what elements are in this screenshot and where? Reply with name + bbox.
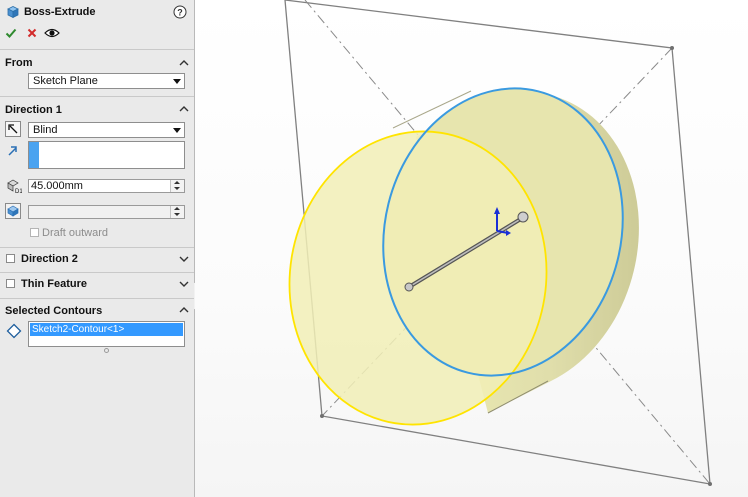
depth-input[interactable]: 45.000mm — [28, 179, 185, 193]
property-manager-panel: Boss-Extrude ? From Sketch Plane Directi… — [0, 0, 195, 497]
help-icon[interactable]: ? — [173, 5, 187, 19]
collapse-chevron-icon[interactable] — [178, 305, 190, 315]
collapse-chevron-icon[interactable] — [178, 58, 190, 68]
separator — [0, 298, 194, 299]
direction2-section-title: Direction 2 — [21, 253, 78, 265]
selection-focus-indicator — [29, 142, 39, 168]
eye-icon — [44, 28, 60, 38]
spin-up-icon — [174, 207, 180, 210]
depth-icon: D1 — [6, 178, 23, 195]
separator — [0, 96, 194, 97]
selected-contours-title: Selected Contours — [5, 305, 103, 317]
end-condition-select[interactable]: Blind — [28, 122, 185, 138]
separator — [0, 49, 194, 50]
model-canvas — [284, 0, 712, 486]
extrude-handle-start — [404, 282, 414, 292]
plane-corner-point — [320, 414, 324, 418]
direction2-checkbox[interactable] — [6, 254, 15, 263]
draft-angle-input — [28, 205, 185, 219]
thin-feature-checkbox[interactable] — [6, 279, 15, 288]
expand-chevron-icon[interactable] — [178, 254, 190, 264]
check-icon — [5, 28, 17, 38]
direction-of-extrusion-icon — [6, 144, 22, 160]
spin-down-icon — [174, 187, 180, 190]
extrude-handle-end — [517, 211, 529, 223]
collapse-chevron-icon[interactable] — [178, 104, 190, 114]
direction1-section-title: Direction 1 — [5, 104, 62, 116]
graphics-viewport[interactable] — [195, 0, 748, 497]
feature-title: Boss-Extrude — [24, 6, 96, 18]
preview-button[interactable] — [44, 27, 60, 39]
contour-list-item[interactable]: Sketch2-Contour<1> — [30, 323, 183, 336]
ok-button[interactable] — [5, 27, 17, 39]
boss-extrude-icon — [6, 5, 20, 19]
plane-corner-point — [670, 46, 674, 50]
end-condition-value: Blind — [33, 124, 58, 136]
from-select[interactable]: Sketch Plane — [28, 73, 185, 89]
spin-down-icon — [174, 213, 180, 216]
direction-selection-box[interactable] — [28, 141, 185, 169]
draft-on-off-button[interactable] — [5, 203, 21, 219]
thin-feature-section-title: Thin Feature — [21, 278, 88, 290]
spin-up-icon — [174, 181, 180, 184]
separator — [0, 247, 194, 248]
plane-corner-point — [708, 482, 712, 486]
from-section-title: From — [5, 57, 33, 69]
resize-handle-icon[interactable] — [104, 348, 109, 353]
depth-spinner[interactable] — [170, 180, 184, 192]
from-select-value: Sketch Plane — [33, 75, 98, 87]
close-icon — [27, 28, 37, 38]
reverse-direction-button[interactable] — [5, 121, 21, 137]
contour-icon — [6, 323, 22, 339]
draft-outward-label: Draft outward — [42, 227, 109, 239]
draft-angle-spinner — [170, 206, 184, 218]
expand-chevron-icon[interactable] — [178, 279, 190, 289]
draft-icon — [7, 205, 19, 217]
svg-text:?: ? — [177, 8, 183, 18]
dropdown-arrow-icon — [173, 79, 181, 84]
dropdown-arrow-icon — [173, 128, 181, 133]
depth-value: 45.000mm — [31, 180, 83, 192]
cancel-button[interactable] — [26, 27, 38, 39]
selected-contours-list[interactable]: Sketch2-Contour<1> — [28, 321, 185, 347]
reverse-direction-icon — [8, 124, 18, 134]
separator — [0, 272, 194, 273]
svg-text:D1: D1 — [15, 189, 22, 194]
draft-outward-checkbox — [30, 228, 39, 237]
